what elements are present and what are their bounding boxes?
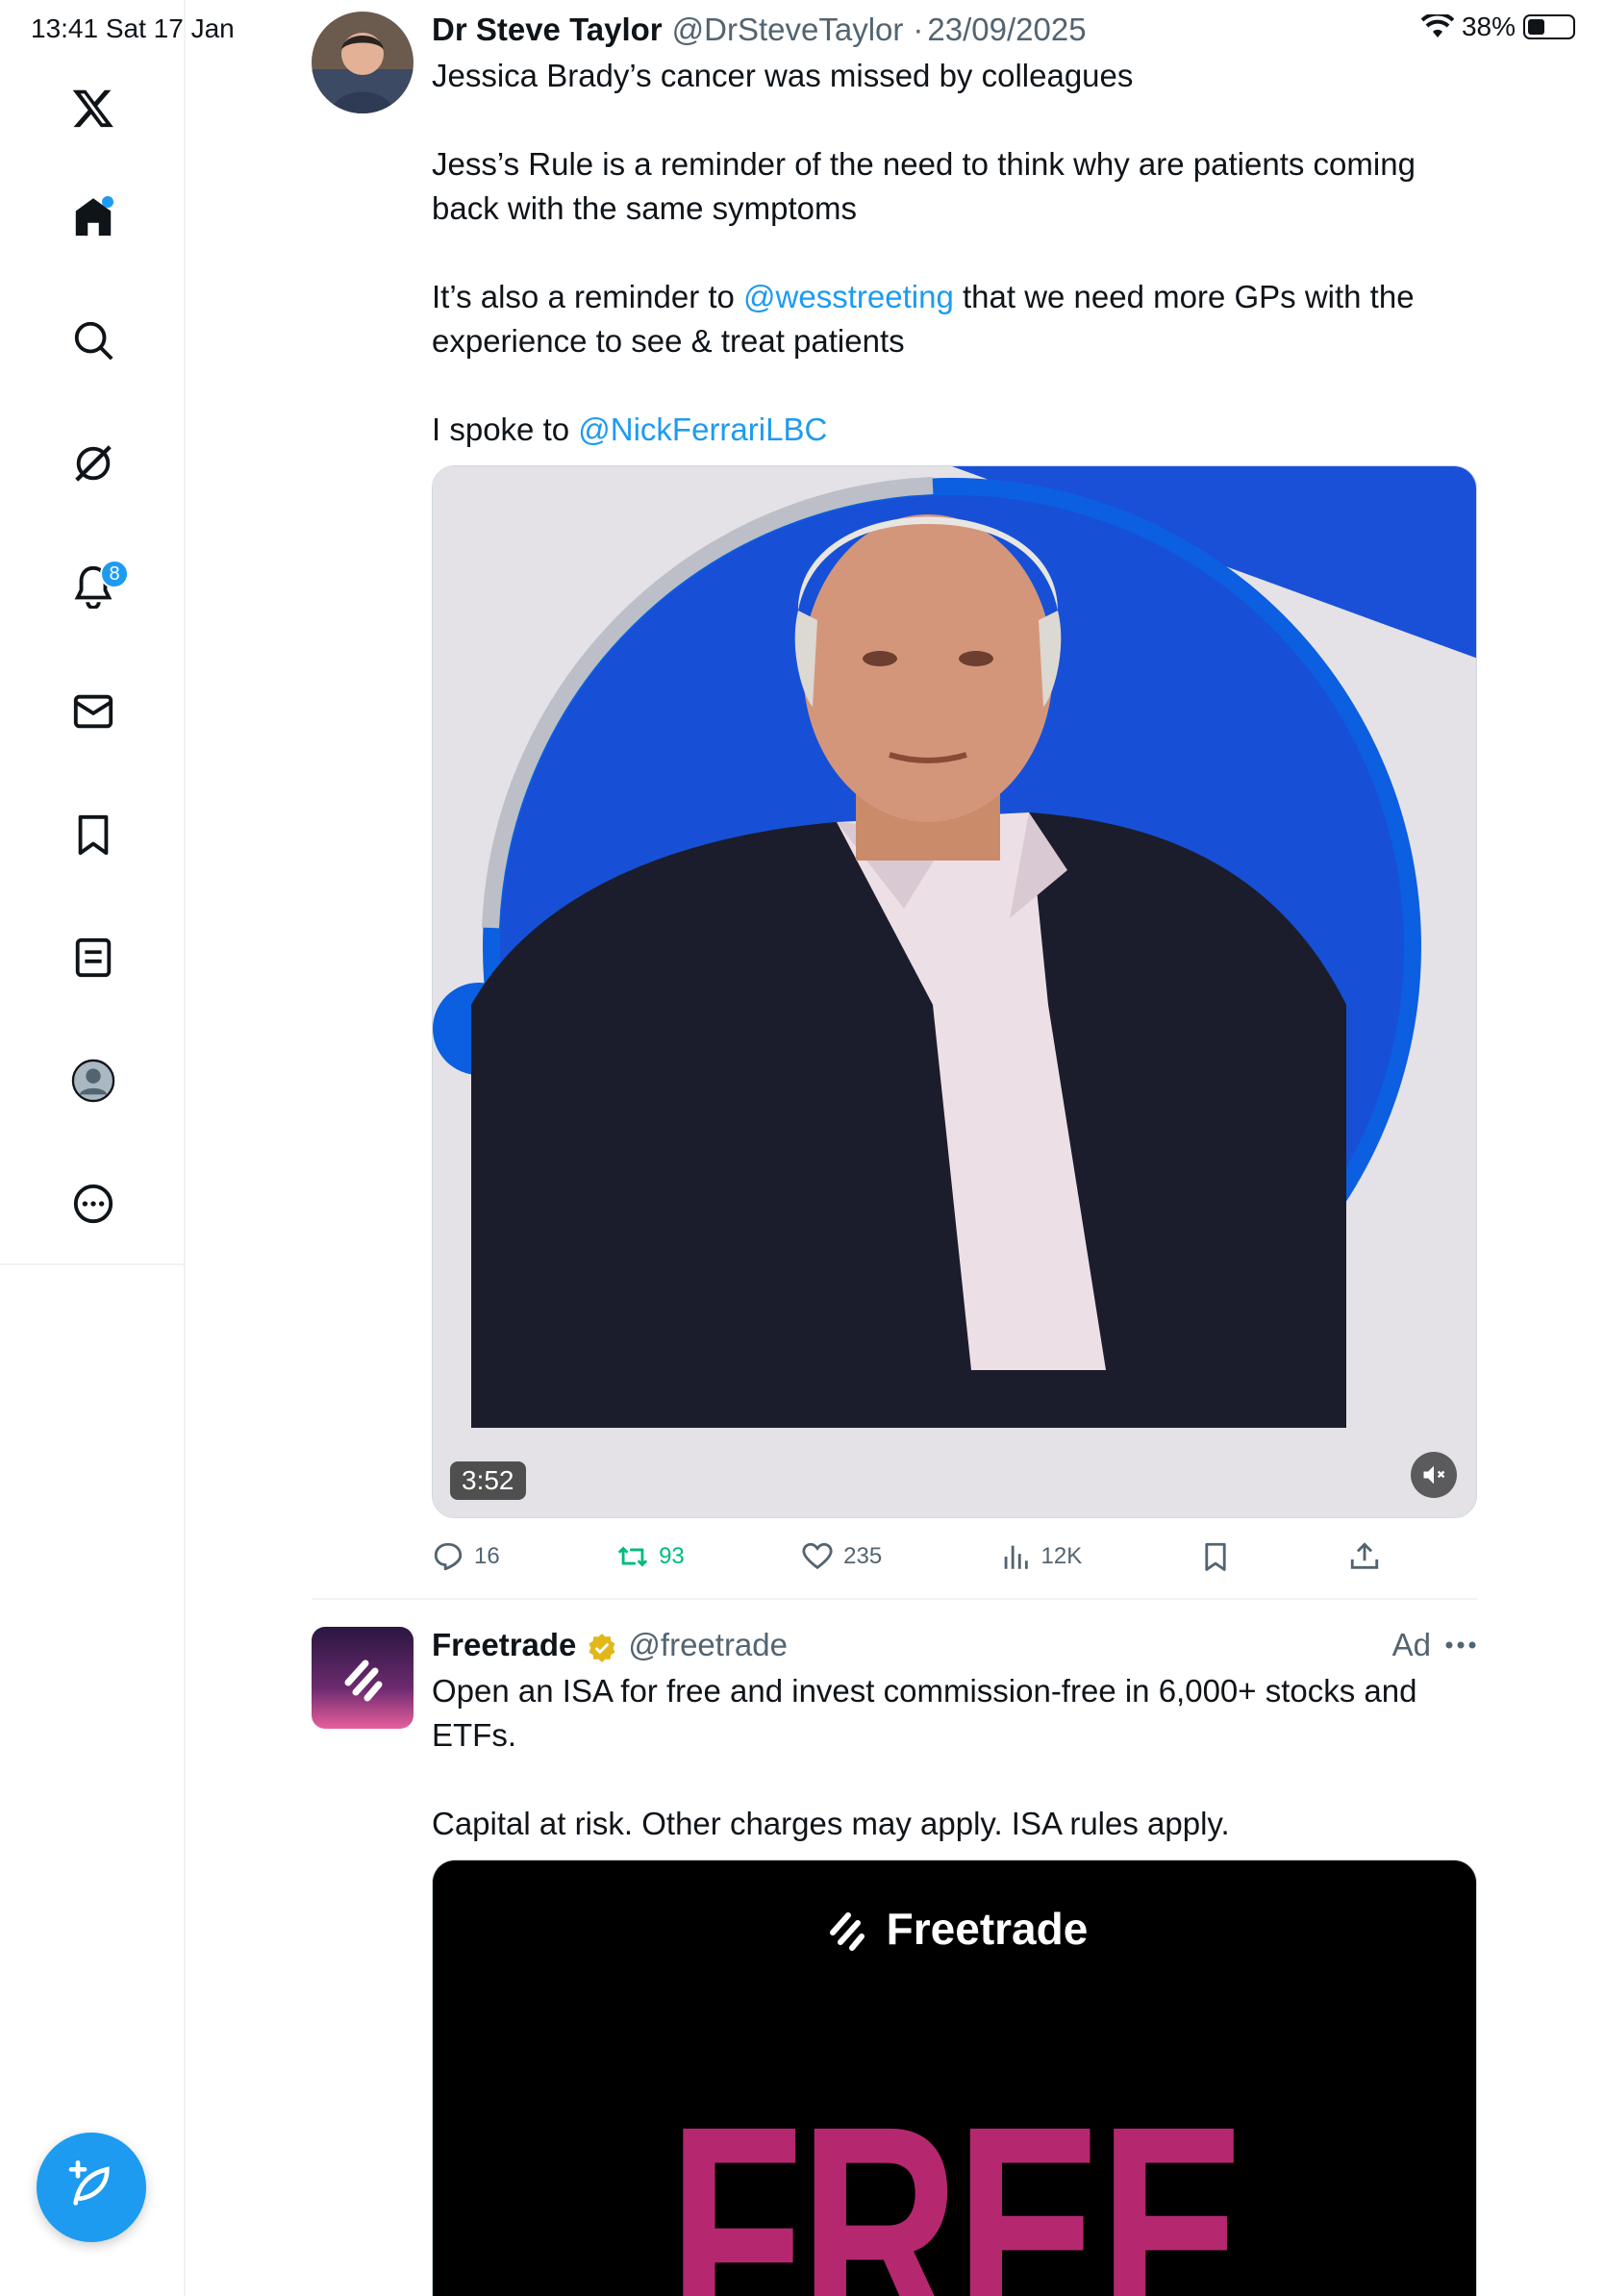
tweet-paragraph: It’s also a reminder to @wesstreeting th… (432, 275, 1477, 363)
retweet-button[interactable]: 93 (616, 1540, 685, 1573)
avatar[interactable] (312, 12, 414, 113)
tweet-paragraph: Open an ISA for free and invest commissi… (432, 1673, 1417, 1753)
tweet-paragraph: Jessica Brady’s cancer was missed by col… (432, 58, 1134, 93)
tweet-text: Open an ISA for free and invest commissi… (432, 1669, 1477, 1846)
advertiser-avatar[interactable] (312, 1627, 414, 1729)
mention-link[interactable]: @NickFerrariLBC (578, 412, 827, 447)
mention-link[interactable]: @wesstreeting (743, 279, 954, 314)
tweet-paragraph: Capital at risk. Other charges may apply… (432, 1806, 1230, 1841)
ad-label: Ad (1391, 1627, 1431, 1662)
text-segment: I spoke to (432, 412, 579, 447)
reply-button[interactable]: 16 (432, 1540, 500, 1573)
tweet-header: Freetrade @freetrade Ad (432, 1627, 1477, 1669)
like-button[interactable]: 235 (801, 1540, 882, 1573)
heart-icon (802, 1542, 833, 1570)
home-icon[interactable] (0, 179, 186, 256)
video-duration: 3:52 (450, 1461, 526, 1500)
like-count: 235 (843, 1543, 883, 1569)
compose-button[interactable] (37, 2133, 146, 2242)
view-count: 12K (1040, 1543, 1083, 1569)
bookmark-button[interactable] (1199, 1540, 1232, 1573)
author-handle[interactable]: @DrSteveTaylor (672, 12, 904, 48)
retweet-icon (617, 1546, 648, 1567)
tweet-body: Dr Steve Taylor @DrSteveTaylor · 23/09/2… (432, 12, 1477, 1595)
retweet-count: 93 (659, 1543, 685, 1569)
search-icon[interactable] (0, 302, 186, 379)
video-player[interactable]: 3:52 (432, 465, 1477, 1518)
tweet-date[interactable]: 23/09/2025 (927, 12, 1086, 48)
advertiser-name[interactable]: Freetrade (432, 1627, 576, 1663)
freetrade-logo-icon (829, 1912, 865, 1951)
views-button[interactable]: 12K (999, 1540, 1083, 1573)
more-icon[interactable] (0, 1165, 186, 1242)
x-logo-icon[interactable] (0, 69, 186, 146)
mute-button[interactable] (1411, 1452, 1457, 1498)
header-separator: · (913, 12, 924, 47)
tweet-header: Dr Steve Taylor @DrSteveTaylor · 23/09/2… (432, 12, 1477, 54)
speaker-muted-icon (1423, 1465, 1445, 1485)
lists-icon[interactable] (0, 919, 186, 996)
notifications-icon[interactable]: 8 (0, 548, 186, 625)
reply-icon (434, 1542, 463, 1571)
battery-fill (1528, 19, 1544, 35)
ad-media[interactable]: Freetrade FREE (432, 1859, 1477, 2296)
advertiser-handle[interactable]: @freetrade (628, 1627, 788, 1663)
bookmark-icon (1204, 1542, 1226, 1571)
ad-brand-row: Freetrade (433, 1903, 1476, 1955)
messages-icon[interactable] (0, 673, 186, 750)
bookmarks-icon[interactable] (0, 796, 186, 873)
grok-icon[interactable] (0, 425, 186, 502)
tweet-body: Freetrade @freetrade Ad Open an ISA for … (432, 1627, 1477, 2296)
author-name[interactable]: Dr Steve Taylor (432, 12, 663, 48)
compose-icon (68, 2160, 110, 2206)
share-button[interactable] (1348, 1540, 1381, 1573)
ad-brand-name: Freetrade (886, 1904, 1089, 1954)
battery-icon (1523, 14, 1575, 39)
profile-icon[interactable] (0, 1042, 186, 1119)
text-segment: It’s also a reminder to (432, 279, 744, 314)
tweet-text: Jessica Brady’s cancer was missed by col… (432, 54, 1477, 452)
ad-headline: FREE (667, 2061, 1247, 2296)
more-options-icon[interactable] (1444, 1640, 1477, 1650)
notifications-badge: 8 (100, 560, 129, 588)
sidebar: 8 (0, 0, 186, 2296)
ad-label-group: Ad (1392, 1627, 1477, 1663)
views-icon (1004, 1545, 1028, 1569)
tweet-actions: 16 93 235 12K (432, 1518, 1477, 1595)
share-icon (1350, 1542, 1379, 1569)
sidebar-separator (0, 1263, 186, 1265)
tweet-divider (312, 1598, 1477, 1600)
verified-gold-icon (589, 1634, 615, 1662)
reply-count: 16 (474, 1543, 500, 1569)
tweet-paragraph: Jess’s Rule is a reminder of the need to… (432, 146, 1416, 226)
tweet-paragraph: I spoke to @NickFerrariLBC (432, 408, 1477, 452)
video-frame (433, 466, 1476, 1517)
home-unread-dot (102, 196, 113, 208)
